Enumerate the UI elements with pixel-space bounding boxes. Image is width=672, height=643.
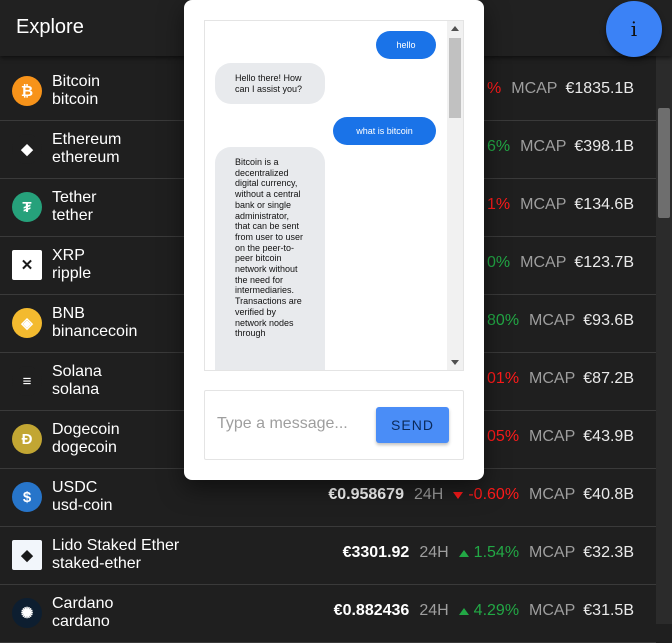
coin-change: 6% [487, 138, 511, 155]
message-input[interactable]: Type a message... SEND [204, 390, 464, 460]
page-title: Explore [16, 16, 84, 38]
chat-message-bot: Hello there! How can I assist you? [215, 63, 325, 105]
coin-icon: ₮ [12, 192, 42, 222]
coin-stats: 6% MCAP €398.1B [487, 138, 634, 156]
mcap-label: MCAP [529, 370, 576, 387]
coin-icon: ◆ [12, 540, 42, 570]
coin-id: bitcoin [52, 91, 99, 108]
mcap-label: MCAP [520, 196, 567, 213]
mcap-label: MCAP [520, 254, 567, 271]
chat-scrollbar[interactable] [447, 21, 463, 370]
coin-period: 24H [419, 544, 449, 561]
coin-change: 05% [487, 428, 520, 445]
coin-mcap: €87.2B [583, 370, 634, 387]
mcap-label: MCAP [511, 80, 558, 97]
coin-id: tether [52, 207, 93, 224]
coin-mcap: €134.6B [574, 196, 634, 213]
coin-name: Dogecoin [52, 421, 120, 438]
scroll-down-icon[interactable] [451, 360, 459, 365]
trend-up-icon [458, 549, 469, 557]
coin-icon: ◆ [12, 134, 42, 164]
coin-mcap: €43.9B [583, 428, 634, 445]
scroll-up-icon[interactable] [451, 26, 459, 31]
send-button[interactable]: SEND [376, 407, 449, 443]
coin-icon: $ [12, 482, 42, 512]
coin-change: -0.60% [453, 486, 519, 504]
coin-price: €0.958679 [328, 486, 404, 503]
coin-row[interactable]: ✺ Cardano cardano €0.882436 24H 4.29% MCAP €31.… [0, 585, 656, 643]
coin-name: BNB [52, 305, 85, 322]
mcap-label: MCAP [529, 312, 576, 329]
coin-icon: Ð [12, 424, 42, 454]
page-scrollbar-thumb[interactable] [658, 108, 670, 218]
coin-icon: ₿ [12, 76, 42, 106]
coin-mcap: €40.8B [583, 486, 634, 503]
chat-message-user: hello [376, 31, 436, 59]
coin-stats: 01% MCAP €87.2B [487, 370, 634, 388]
chat-message-user: what is bitcoin [333, 117, 436, 145]
trend-down-icon [453, 491, 464, 499]
coin-period: 24H [413, 486, 444, 503]
coin-name: Tether [52, 189, 97, 206]
coin-change: % [487, 80, 502, 97]
coin-row[interactable]: ◆ Lido Staked Ether staked-ether €3301.92 24… [0, 527, 656, 585]
coin-id: binancecoin [52, 323, 138, 340]
coin-stats: €0.958679 24H -0.60% MCAP €40.8B [328, 486, 634, 504]
mcap-label: MCAP [520, 138, 567, 155]
coin-id: solana [52, 381, 100, 398]
chat-messages[interactable]: hello Hello there! How can I assist you?… [204, 20, 464, 371]
coin-change: 80% [487, 312, 520, 329]
coin-id: ethereum [52, 149, 120, 166]
coin-name: Cardano [52, 595, 114, 612]
coin-name: Lido Staked Ether [52, 537, 180, 554]
info-button[interactable]: i [606, 1, 662, 57]
coin-id: dogecoin [52, 439, 117, 456]
coin-price: €3301.92 [342, 544, 410, 561]
coin-mcap: €32.3B [583, 544, 634, 561]
coin-stats: 80% MCAP €93.6B [487, 312, 634, 330]
chat-scrollbar-thumb[interactable] [449, 38, 461, 118]
coin-change: 1.54% [458, 544, 519, 562]
coin-stats: 0% MCAP €123.7B [487, 254, 634, 272]
page-scrollbar[interactable] [656, 56, 672, 624]
coin-stats: 1% MCAP €134.6B [487, 196, 634, 214]
coin-stats: €0.882436 24H 4.29% MCAP €31.5B [334, 602, 634, 620]
coin-mcap: €93.6B [583, 312, 634, 329]
message-input-placeholder: Type a message... [217, 415, 348, 432]
coin-name: Solana [52, 363, 102, 380]
coin-period: 24H [419, 602, 449, 619]
info-icon: i [630, 17, 638, 41]
coin-id: staked-ether [52, 555, 141, 572]
coin-icon: ◈ [12, 308, 42, 338]
coin-mcap: €1835.1B [565, 80, 634, 97]
coin-id: cardano [52, 613, 110, 630]
coin-mcap: €123.7B [574, 254, 634, 271]
chat-modal: hello Hello there! How can I assist you?… [184, 0, 484, 480]
coin-change: 1% [487, 196, 511, 213]
coin-stats: €3301.92 24H 1.54% MCAP €32.3B [343, 544, 634, 562]
coin-change: 4.29% [458, 602, 519, 620]
coin-name: XRP [52, 247, 85, 264]
coin-mcap: €31.5B [583, 602, 634, 619]
coin-price: €0.882436 [333, 602, 410, 619]
coin-name: Bitcoin [52, 73, 101, 90]
coin-stats: % MCAP €1835.1B [487, 80, 634, 98]
coin-icon: ✕ [12, 250, 42, 280]
mcap-label: MCAP [529, 486, 576, 503]
coin-id: usd-coin [52, 497, 113, 514]
coin-change: 01% [487, 370, 520, 387]
mcap-label: MCAP [529, 602, 576, 619]
chat-message-bot: Bitcoin is a decentralized digital curre… [215, 147, 325, 370]
coin-stats: 05% MCAP €43.9B [487, 428, 634, 446]
mcap-label: MCAP [529, 544, 576, 561]
coin-name: Ethereum [52, 131, 122, 148]
coin-change: 0% [487, 254, 511, 271]
coin-id: ripple [52, 265, 92, 282]
trend-up-icon [458, 607, 469, 615]
coin-mcap: €398.1B [574, 138, 634, 155]
coin-icon: ≡ [12, 366, 42, 396]
mcap-label: MCAP [529, 428, 576, 445]
coin-name: USDC [52, 479, 98, 496]
